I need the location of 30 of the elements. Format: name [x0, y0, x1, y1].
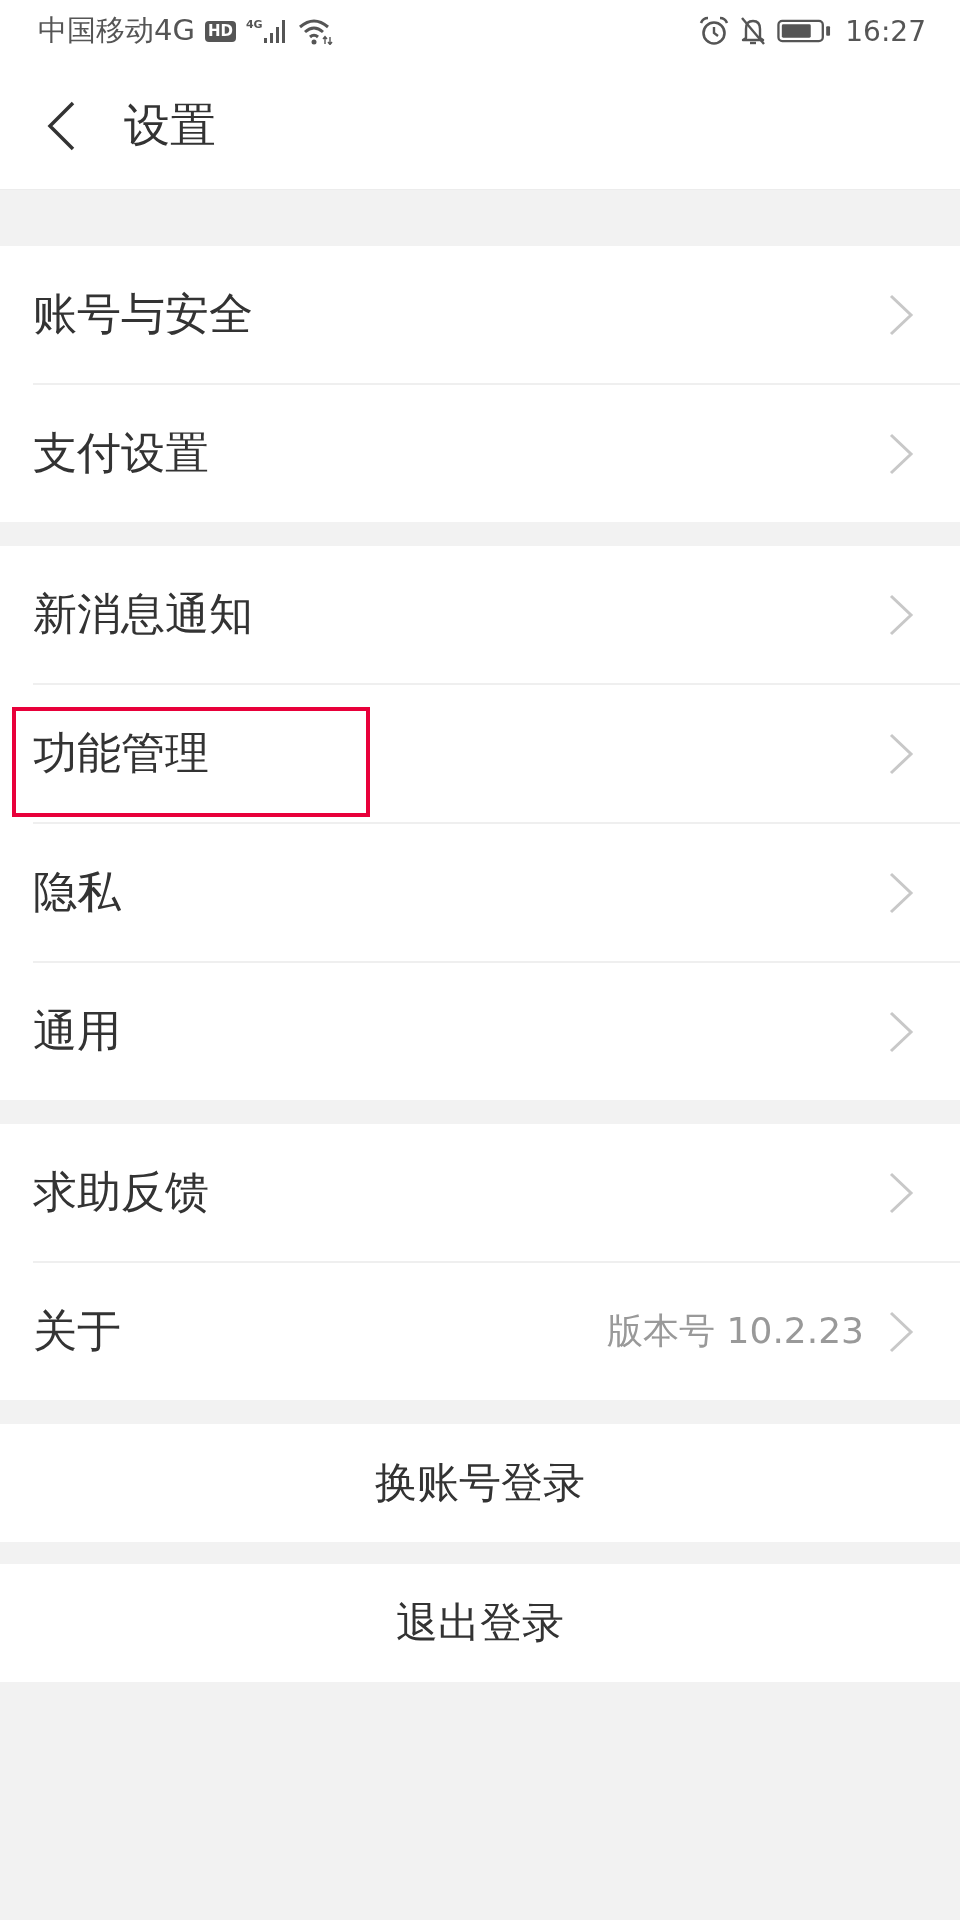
chevron-right-icon: [888, 870, 914, 915]
settings-item[interactable]: 功能管理: [0, 685, 960, 822]
settings-item[interactable]: 新消息通知: [0, 546, 960, 683]
settings-item[interactable]: 通用: [0, 963, 960, 1100]
back-icon: [46, 99, 76, 152]
signal-bars-icon: [263, 19, 288, 43]
account-action-button[interactable]: 换账号登录: [0, 1424, 960, 1542]
settings-item[interactable]: 账号与安全: [0, 246, 960, 383]
version-text: 版本号 10.2.23: [607, 1309, 864, 1353]
page-title: 设置: [124, 96, 216, 154]
chevron-right-icon: [888, 292, 914, 337]
settings-item[interactable]: 求助反馈: [0, 1124, 960, 1261]
settings-item[interactable]: 支付设置: [0, 385, 960, 522]
chevron-right-icon: [888, 1170, 914, 1215]
chevron-right-icon: [888, 592, 914, 637]
chevron-right-icon: [888, 1309, 914, 1354]
network-type-label: 4G: [245, 19, 263, 30]
bell-off-icon: [739, 16, 768, 46]
settings-item[interactable]: 隐私: [0, 824, 960, 961]
account-action-button[interactable]: 退出登录: [0, 1564, 960, 1682]
battery-icon: [777, 19, 832, 43]
wifi-icon: [297, 17, 334, 45]
carrier-name: 中国移动4G: [38, 12, 195, 49]
clock-time: 16:27: [845, 14, 926, 48]
settings-item[interactable]: 关于 版本号 10.2.23: [0, 1263, 960, 1400]
hd-badge: HD: [204, 20, 236, 42]
chevron-right-icon: [888, 731, 914, 776]
chevron-right-icon: [888, 431, 914, 476]
chevron-right-icon: [888, 1009, 914, 1054]
alarm-clock-icon: [699, 16, 730, 46]
